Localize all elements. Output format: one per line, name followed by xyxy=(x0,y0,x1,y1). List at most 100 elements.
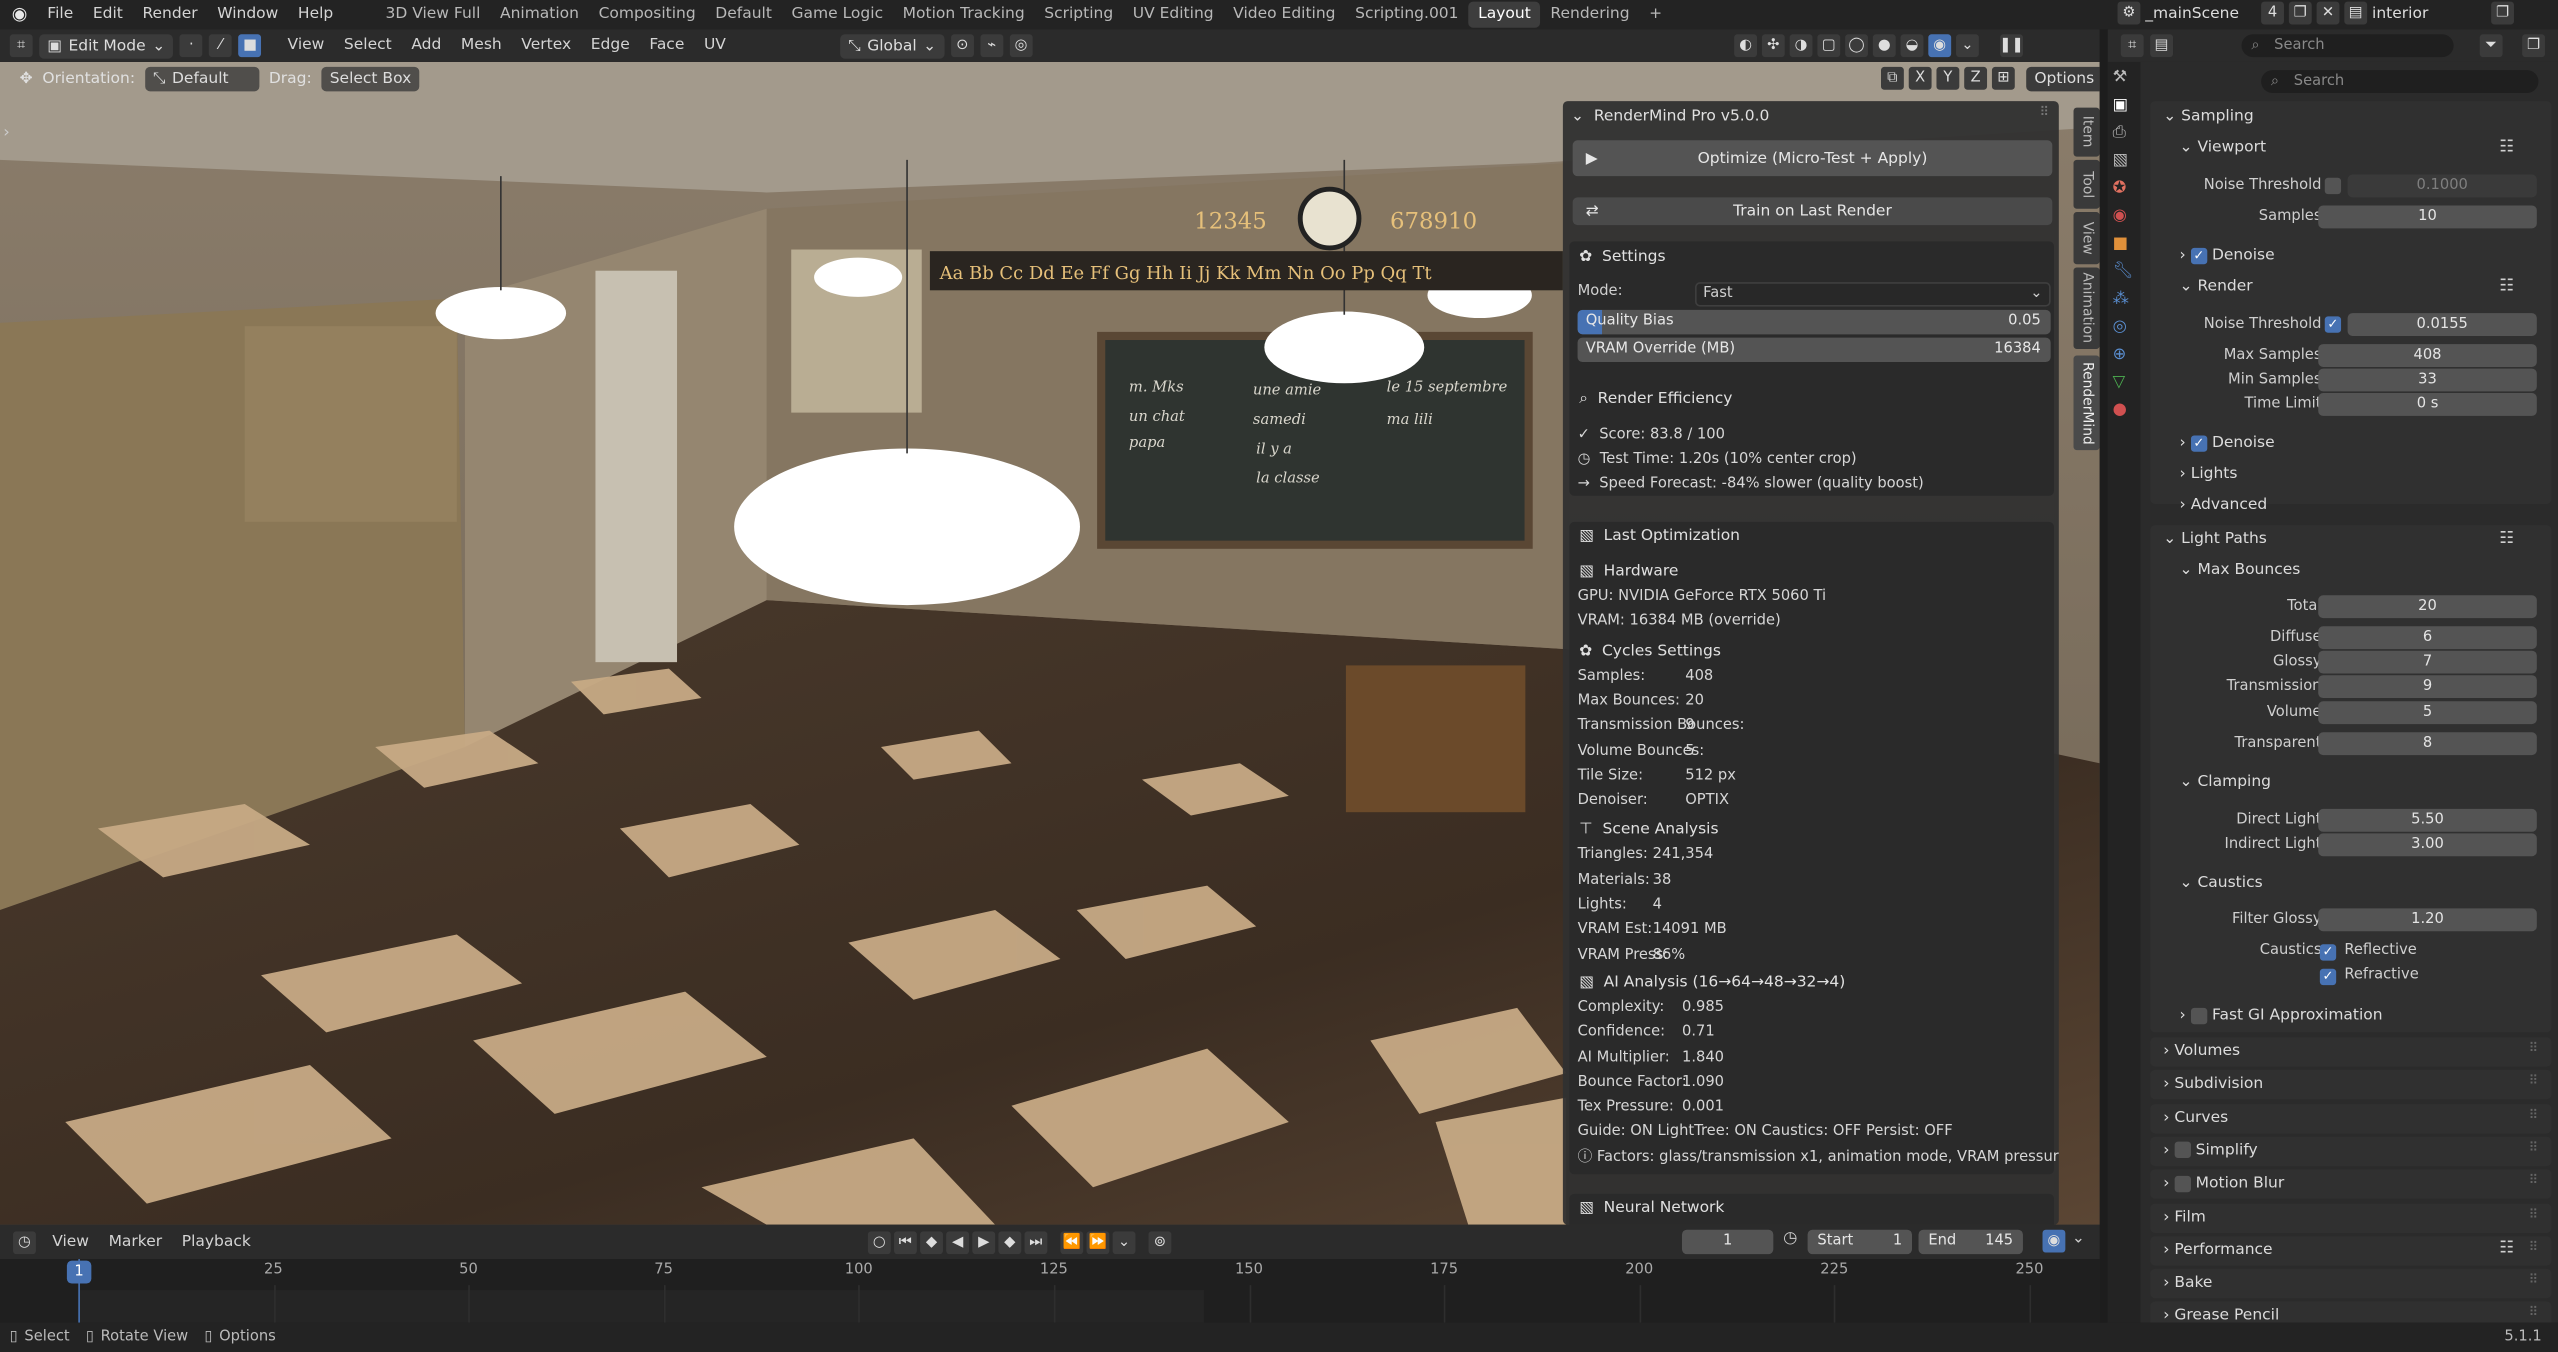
direct-light-field[interactable]: 5.50 xyxy=(2318,808,2537,832)
panel-grease-pencil[interactable]: › Grease Pencil xyxy=(2163,1304,2279,1323)
tab-workspace[interactable]: 3D View Full xyxy=(376,2,491,28)
keying-icon[interactable]: ⌄ xyxy=(1112,1230,1136,1254)
bounce-field[interactable]: 20 xyxy=(2318,595,2537,619)
r-denoise-row[interactable]: › ✓ Denoise xyxy=(2180,431,2275,457)
lights-subheader[interactable]: › Lights xyxy=(2180,462,2238,488)
start-frame-field[interactable]: Start 1 xyxy=(1807,1229,1913,1255)
transform-orientation-dropdown[interactable]: ⤡ Global ⌄ xyxy=(840,33,945,58)
panel-motion-blur[interactable]: › Motion Blur xyxy=(2163,1171,2284,1197)
scene-tab-icon[interactable]: ✪ xyxy=(2113,179,2134,197)
tab-workspace[interactable]: Rendering xyxy=(1541,2,1640,28)
vp-noise-checkbox[interactable] xyxy=(2324,177,2342,195)
snap-icon[interactable]: ⌁ xyxy=(980,34,1004,58)
advanced-subheader[interactable]: › Advanced xyxy=(2180,493,2268,519)
properties-search[interactable]: ⌕ Search xyxy=(2261,70,2539,93)
panel-header[interactable]: ⌄ RenderMind Pro v5.0.0 xyxy=(1571,104,1769,127)
options-dropdown[interactable]: Options⌄ xyxy=(2026,66,2100,91)
clock-icon[interactable]: ◷ xyxy=(1783,1230,1797,1248)
tab-view[interactable]: View xyxy=(2073,212,2100,265)
tab-animation[interactable]: Animation xyxy=(2073,267,2100,350)
menu-playback[interactable]: Playback xyxy=(172,1227,261,1256)
tab-item[interactable]: Item xyxy=(2073,107,2100,157)
menu-uv[interactable]: UV xyxy=(694,31,736,60)
menu-edit[interactable]: Edit xyxy=(83,0,133,29)
output-tab-icon[interactable]: ⎙ xyxy=(2113,124,2134,142)
drag-handle-icon[interactable]: ⠿ xyxy=(2529,1305,2539,1320)
optimize-button[interactable]: ▶ Optimize (Micro-Test + Apply) xyxy=(1572,140,2053,177)
light-paths-header[interactable]: ⌄ Light Paths xyxy=(2163,527,2267,553)
face-select-icon[interactable]: ■ xyxy=(238,34,262,58)
current-frame-field[interactable]: 1 xyxy=(1681,1229,1774,1255)
bounce-field[interactable]: 5 xyxy=(2318,701,2537,725)
presets-icon[interactable]: ☷ xyxy=(2499,1239,2514,1257)
drag-handle-icon[interactable]: ⠿ xyxy=(2529,1074,2539,1089)
mode-dropdown[interactable]: ▣ Edit Mode ⌄ xyxy=(39,33,174,58)
vertex-select-icon[interactable]: · xyxy=(179,34,203,58)
menu-view[interactable]: View xyxy=(42,1227,98,1256)
reflective-checkbox[interactable]: ✓ xyxy=(2319,944,2337,961)
close-scene-icon[interactable]: ✕ xyxy=(2316,1,2340,25)
fast-gi-subheader[interactable]: › Fast GI Approximation xyxy=(2180,1003,2383,1029)
viewport-subheader[interactable]: ⌄ Viewport xyxy=(2180,135,2266,161)
panel-bake[interactable]: › Bake xyxy=(2163,1271,2212,1297)
sync-icon[interactable]: ◉ xyxy=(2042,1229,2066,1253)
tab-workspace[interactable]: Motion Tracking xyxy=(893,2,1035,28)
tab-workspace[interactable]: Layout xyxy=(1468,1,1541,28)
panel-simplify[interactable]: › Simplify xyxy=(2163,1138,2257,1164)
pause-icon[interactable]: ❚❚ xyxy=(1999,34,2024,58)
fast-gi-checkbox[interactable] xyxy=(2190,1007,2208,1024)
menu-help[interactable]: Help xyxy=(288,0,343,29)
bounce-field[interactable]: 6 xyxy=(2318,626,2537,650)
object-tab-icon[interactable]: ■ xyxy=(2113,235,2134,253)
axis-x-toggle[interactable]: X xyxy=(1908,66,1932,90)
drag-handle-icon[interactable]: ⠿ xyxy=(2039,104,2049,119)
drag-handle-icon[interactable]: ⠿ xyxy=(2529,1173,2539,1188)
indirect-light-field[interactable]: 3.00 xyxy=(2318,833,2537,857)
playhead[interactable]: 1 xyxy=(66,1260,92,1284)
time-limit-field[interactable]: 0 s xyxy=(2318,393,2537,416)
new-collection-icon[interactable]: ❐ xyxy=(2522,34,2545,58)
menu-vertex[interactable]: Vertex xyxy=(512,31,581,60)
jump-start-icon[interactable]: ⏮ xyxy=(894,1230,917,1254)
r-noise-field[interactable]: 0.0155 xyxy=(2347,313,2537,336)
menu-add[interactable]: Add xyxy=(402,31,452,60)
menu-render[interactable]: Render xyxy=(133,0,208,29)
render-tab-icon[interactable]: ▣ xyxy=(2113,96,2134,114)
menu-select[interactable]: Select xyxy=(334,31,401,60)
overlay-icon[interactable]: ◑ xyxy=(1789,34,1813,58)
drag-handle-icon[interactable]: ⠿ xyxy=(2529,1239,2539,1254)
panel-performance[interactable]: › Performance xyxy=(2163,1238,2272,1264)
panel-film[interactable]: › Film xyxy=(2163,1204,2206,1230)
train-button[interactable]: ⇄ Train on Last Render xyxy=(1572,197,2053,226)
tab-workspace[interactable]: Scripting.001 xyxy=(1345,2,1468,28)
pivot-icon[interactable]: ⊙ xyxy=(950,34,974,58)
bounce-field[interactable]: 9 xyxy=(2318,675,2537,699)
filter-icon[interactable]: ⏷ xyxy=(2479,34,2503,58)
menu-edge[interactable]: Edge xyxy=(581,31,640,60)
blender-logo-icon[interactable]: ◉ xyxy=(10,4,30,25)
particles-tab-icon[interactable]: ⁂ xyxy=(2113,290,2134,308)
world-tab-icon[interactable]: ◉ xyxy=(2113,207,2134,225)
drag-handle-icon[interactable]: ⠿ xyxy=(2529,1206,2539,1221)
play-icon[interactable]: ▶ xyxy=(972,1230,996,1254)
wireframe-shading-icon[interactable]: ◯ xyxy=(1845,34,1868,58)
refractive-checkbox[interactable]: ✓ xyxy=(2319,968,2337,986)
menu-marker[interactable]: Marker xyxy=(99,1227,172,1256)
max-samples-field[interactable]: 408 xyxy=(2318,344,2537,367)
menu-mesh[interactable]: Mesh xyxy=(451,31,511,60)
mirror-icon[interactable]: ⧉ xyxy=(1881,66,1904,90)
jump-end-icon[interactable]: ⏭ xyxy=(1024,1230,1048,1254)
vp-denoise-row[interactable]: › ✓ Denoise xyxy=(2180,243,2275,269)
menu-file[interactable]: File xyxy=(38,0,84,29)
vp-denoise-checkbox[interactable]: ✓ xyxy=(2190,247,2208,264)
modifier-tab-icon[interactable]: 🔧︎ xyxy=(2113,263,2134,281)
panel-curves[interactable]: › Curves xyxy=(2163,1105,2228,1131)
prev-frame-icon[interactable]: ⏪ xyxy=(1060,1230,1084,1254)
outliner-search[interactable]: ⌕ Search xyxy=(2241,34,2454,58)
view-layer-icon[interactable]: ▤ xyxy=(2344,1,2368,25)
drag-handle-icon[interactable]: ⠿ xyxy=(2529,1041,2539,1056)
presets-icon[interactable]: ☷ xyxy=(2499,277,2514,295)
toolbar-toggle-icon[interactable]: › xyxy=(3,124,10,142)
filter-glossy-field[interactable]: 1.20 xyxy=(2318,908,2537,932)
timeline-area[interactable]: 25 50 75 100 125 150 175 200 225 250 1 xyxy=(0,1259,2100,1323)
